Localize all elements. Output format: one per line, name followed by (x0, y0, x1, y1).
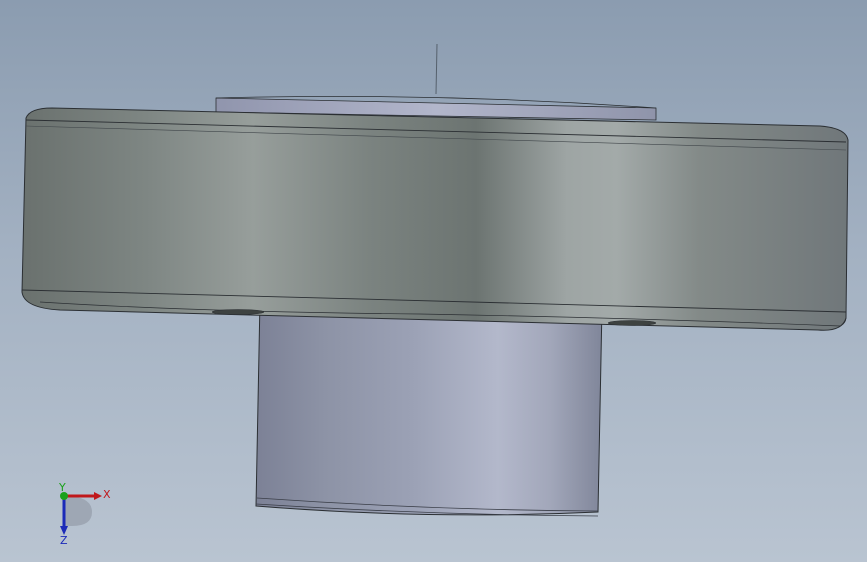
model-view[interactable] (0, 0, 867, 562)
triad-plane-shade (64, 496, 92, 526)
x-axis-arrow-icon (94, 492, 102, 500)
y-axis-label: Y (58, 481, 66, 494)
hub-cylinder[interactable] (255, 299, 603, 517)
axis-triad: X Y Z (58, 481, 111, 547)
flange-body[interactable] (21, 107, 849, 331)
z-axis-label: Z (60, 534, 68, 547)
graphics-viewport[interactable]: X Y Z (0, 0, 867, 562)
sketch-line (435, 43, 438, 95)
x-axis-label: X (103, 488, 111, 501)
